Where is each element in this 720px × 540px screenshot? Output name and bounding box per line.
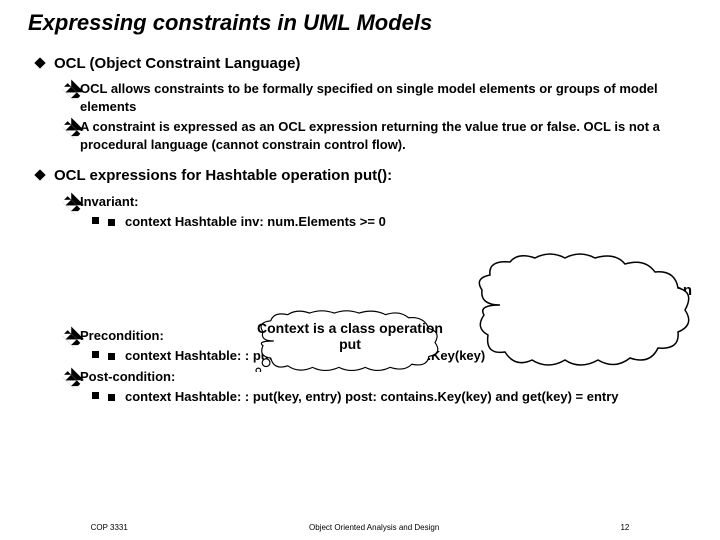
- bubble-text: Context is a class operation put: [250, 320, 450, 352]
- cloud-icon-large: [470, 250, 700, 370]
- footer-course: COP 3331: [91, 523, 128, 532]
- ocl-point-1: OCL allows constraints to be formally sp…: [64, 80, 694, 115]
- square-icon: [108, 394, 115, 401]
- invariant-text: context Hashtable inv: num.Elements >= 0: [92, 213, 694, 231]
- slide-title: Expressing constraints in UML Models: [0, 0, 720, 36]
- ocl-point-2: A constraint is expressed as an OCL expr…: [64, 118, 694, 153]
- postcondition-text: context Hashtable: : put(key, entry) pos…: [92, 388, 694, 406]
- page-number: 12: [620, 523, 629, 532]
- section-ocl: OCL (Object Constraint Language): [36, 54, 694, 74]
- ocl-heading: OCL (Object Constraint Language): [54, 55, 300, 72]
- postcondition-value: context Hashtable: : put(key, entry) pos…: [125, 389, 619, 404]
- footer-title: Object Oriented Analysis and Design: [309, 523, 439, 532]
- invariant-label: Invariant:: [64, 193, 694, 211]
- diamond-icon: [34, 170, 45, 181]
- diamond-icon: [34, 57, 45, 68]
- expr-heading: OCL expressions for Hashtable operation …: [54, 167, 392, 184]
- section-expressions: OCL expressions for Hashtable operation …: [36, 166, 694, 186]
- square-icon: [108, 219, 115, 226]
- invariant-value: context Hashtable inv: num.Elements >= 0: [125, 214, 386, 229]
- footer: COP 3331 Object Oriented Analysis and De…: [0, 523, 720, 532]
- square-icon: [108, 353, 115, 360]
